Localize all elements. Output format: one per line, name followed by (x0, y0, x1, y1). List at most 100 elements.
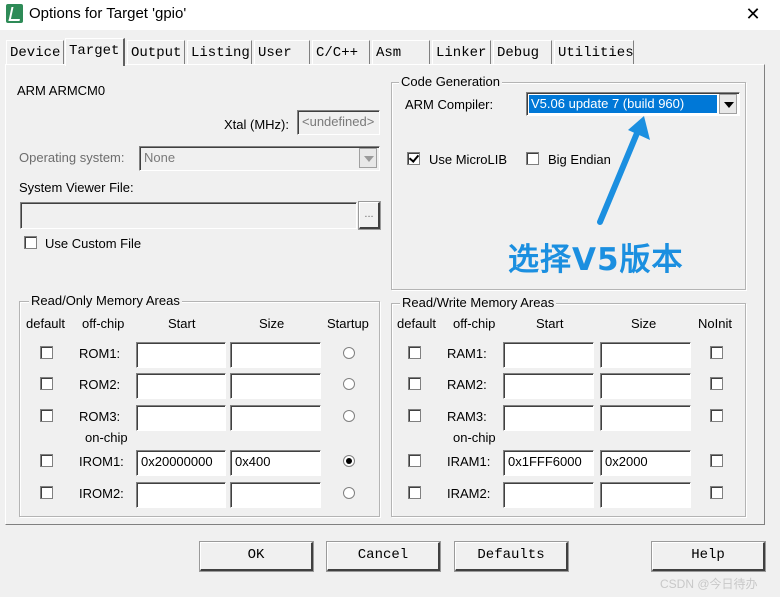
ram2-default-checkbox[interactable] (408, 377, 421, 390)
os-value: None (144, 150, 176, 165)
arm-compiler-label: ARM Compiler: (405, 97, 494, 112)
rom3-default-checkbox[interactable] (40, 409, 53, 422)
rom3-size-field[interactable] (230, 405, 321, 431)
rom3-start-field[interactable] (136, 405, 226, 431)
ok-button[interactable]: OK (199, 541, 314, 572)
irom2-startup-radio[interactable] (343, 487, 355, 499)
rom1-startup-radio[interactable] (343, 347, 355, 359)
iram2-default-checkbox[interactable] (408, 486, 421, 499)
arm-compiler-dropdown-button[interactable] (719, 94, 737, 114)
ram3-label: RAM3: (447, 409, 487, 424)
tab-asm[interactable]: Asm (372, 40, 430, 64)
tab-listing[interactable]: Listing (187, 40, 252, 64)
iram1-label: IRAM1: (447, 454, 491, 469)
irom1-label: IROM1: (79, 454, 124, 469)
tab-c-c-[interactable]: C/C++ (312, 40, 370, 64)
os-combo[interactable]: None (139, 146, 380, 171)
ro-header-start: Start (168, 316, 196, 331)
ram2-start-field[interactable] (503, 373, 594, 399)
ro-onchip-label: on-chip (85, 430, 128, 445)
irom1-size-field[interactable]: 0x400 (230, 450, 321, 476)
ram3-default-checkbox[interactable] (408, 409, 421, 422)
keil-app-icon (6, 4, 23, 23)
rom1-label: ROM1: (79, 346, 121, 361)
irom1-start-field[interactable]: 0x20000000 (136, 450, 226, 476)
annotation-text: 选择V5版本 (508, 242, 684, 278)
rw-onchip-label: on-chip (453, 430, 496, 445)
help-button[interactable]: Help (651, 541, 766, 572)
title-bar: Options for Target 'gpio' ✕ (0, 0, 780, 30)
code-generation-title: Code Generation (399, 74, 503, 89)
ram3-size-field[interactable] (600, 405, 691, 431)
rw-header-default: default (397, 316, 437, 331)
rom2-size-field[interactable] (230, 373, 321, 399)
tab-output[interactable]: Output (127, 40, 185, 64)
os-label: Operating system: (19, 150, 125, 165)
use-microlib-checkbox[interactable] (407, 152, 420, 165)
svd-label: System Viewer File: (19, 180, 134, 195)
tab-target[interactable]: Target (65, 38, 125, 66)
ram1-label: RAM1: (447, 346, 487, 361)
use-custom-file-label: Use Custom File (45, 236, 142, 251)
rw-memory-title: Read/Write Memory Areas (400, 295, 557, 310)
irom2-label: IROM2: (79, 486, 124, 501)
window-title: Options for Target 'gpio' (29, 5, 187, 22)
tab-linker[interactable]: Linker (432, 40, 491, 64)
ram3-noinit-checkbox[interactable] (710, 409, 723, 422)
iram1-size-field[interactable]: 0x2000 (600, 450, 691, 476)
tab-utilities[interactable]: Utilities (554, 40, 634, 64)
iram2-noinit-checkbox[interactable] (710, 486, 723, 499)
irom2-start-field[interactable] (136, 482, 226, 508)
ram1-size-field[interactable] (600, 342, 691, 368)
rw-header-start: Start (536, 316, 564, 331)
use-custom-file-checkbox[interactable] (24, 236, 37, 249)
defaults-button[interactable]: Defaults (454, 541, 569, 572)
ram2-size-field[interactable] (600, 373, 691, 399)
os-dropdown-button[interactable] (359, 148, 377, 168)
iram1-default-checkbox[interactable] (408, 454, 421, 467)
iram2-size-field[interactable] (600, 482, 691, 508)
device-name: ARM ARMCM0 (17, 83, 106, 98)
iram1-start-field[interactable]: 0x1FFF6000 (503, 450, 594, 476)
svd-field[interactable] (20, 202, 357, 229)
ram1-default-checkbox[interactable] (408, 346, 421, 359)
rw-header-noinit: NoInit (698, 316, 732, 331)
iram1-noinit-checkbox[interactable] (710, 454, 723, 467)
ro-header-default: default (26, 316, 66, 331)
irom1-default-checkbox[interactable] (40, 454, 53, 467)
irom1-startup-radio[interactable] (343, 455, 355, 467)
ram3-start-field[interactable] (503, 405, 594, 431)
close-button[interactable]: ✕ (741, 2, 765, 26)
ram1-noinit-checkbox[interactable] (710, 346, 723, 359)
ro-header-offchip: off-chip (82, 316, 125, 331)
rom3-startup-radio[interactable] (343, 410, 355, 422)
rom2-start-field[interactable] (136, 373, 226, 399)
watermark: CSDN @今日待办 (660, 577, 758, 591)
ram2-noinit-checkbox[interactable] (710, 377, 723, 390)
tab-user[interactable]: User (254, 40, 310, 64)
iram2-start-field[interactable] (503, 482, 594, 508)
big-endian-checkbox[interactable] (526, 152, 539, 165)
ram1-start-field[interactable] (503, 342, 594, 368)
rom1-default-checkbox[interactable] (40, 346, 53, 359)
tab-device[interactable]: Device (6, 40, 64, 64)
annotation-arrow (597, 116, 650, 225)
cancel-button[interactable]: Cancel (326, 541, 441, 572)
svd-browse-button[interactable]: ... (358, 201, 381, 230)
ro-header-size: Size (259, 316, 285, 331)
rom2-startup-radio[interactable] (343, 378, 355, 390)
iram2-label: IRAM2: (447, 486, 491, 501)
rom1-start-field[interactable] (136, 342, 226, 368)
irom2-default-checkbox[interactable] (40, 486, 53, 499)
irom2-size-field[interactable] (230, 482, 321, 508)
close-icon: ✕ (745, 4, 761, 24)
rw-header-size: Size (631, 316, 657, 331)
ro-memory-title: Read/Only Memory Areas (29, 293, 182, 308)
tab-debug[interactable]: Debug (493, 40, 552, 64)
ram2-label: RAM2: (447, 377, 487, 392)
rom2-label: ROM2: (79, 377, 121, 392)
rw-header-offchip: off-chip (453, 316, 496, 331)
xtal-field[interactable]: <undefined> (297, 110, 380, 135)
rom2-default-checkbox[interactable] (40, 377, 53, 390)
rom1-size-field[interactable] (230, 342, 321, 368)
